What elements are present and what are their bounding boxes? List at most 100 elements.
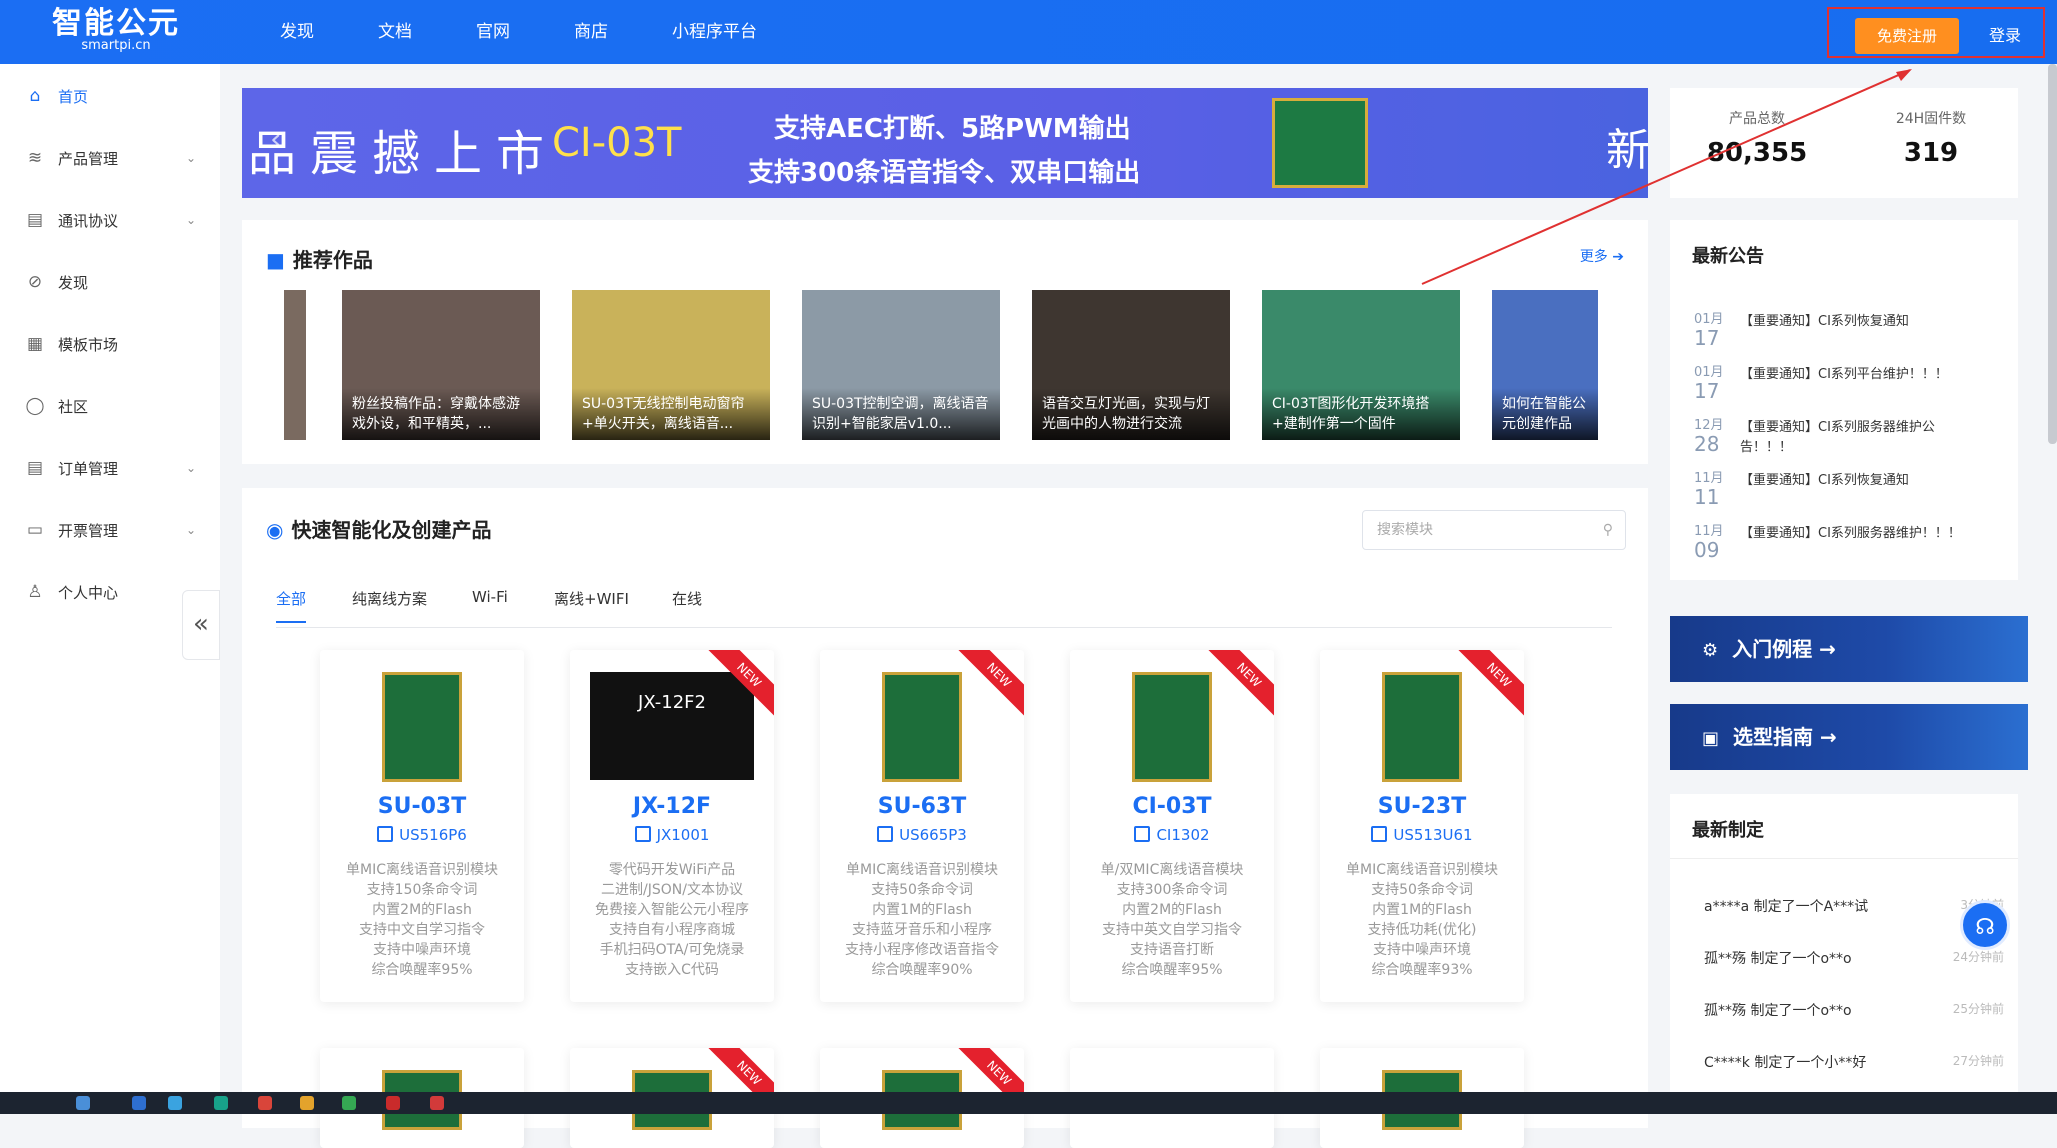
recommended-card[interactable]: SU-03T无线控制电动窗帘+单火开关，离线语音... (572, 290, 770, 440)
latest-item[interactable]: 孤**殇 制定了一个o**o 24分钟前 (1704, 948, 2004, 968)
chevron-down-icon: ⌄ (185, 461, 196, 475)
section-title: ■ 推荐作品 (266, 248, 373, 272)
tab-all[interactable]: 全部 (276, 588, 307, 623)
latest-item[interactable]: 孤**殇 制定了一个o**o 25分钟前 (1704, 1000, 2004, 1020)
sidebar-item-label: 社区 (58, 397, 89, 416)
product-name: SU-03T (377, 794, 467, 819)
sidebar-item-invoices[interactable]: ▭ 开票管理 ⌄ (0, 510, 220, 550)
sidebar-item-home[interactable]: ⌂ 首页 (0, 76, 220, 116)
os-taskbar (0, 1092, 2057, 1114)
app-icon[interactable] (132, 1096, 146, 1110)
more-link[interactable]: 更多 ➔ (1580, 246, 1624, 266)
section-title: 最新公告 (1692, 246, 1764, 267)
page-scrollbar[interactable] (2048, 64, 2057, 444)
tab-wifi[interactable]: Wi-Fi (472, 588, 508, 606)
recommended-card[interactable]: 如何在智能公元创建作品—— (1492, 290, 1598, 440)
app-icon[interactable] (214, 1096, 228, 1110)
tutorial-button[interactable]: ⚙ 入门例程 → (1670, 616, 2028, 682)
sidebar-collapse-button[interactable]: « (182, 590, 220, 660)
nav-official-site[interactable]: 官网 (476, 0, 510, 64)
sidebar-item-label: 个人中心 (58, 583, 119, 602)
product-tabs: 全部 纯离线方案 Wi-Fi 离线+WIFI 在线 (276, 578, 1612, 628)
recommended-card[interactable]: SU-03T控制空调，离线语音识别+智能家居v1.0... (802, 290, 1000, 440)
stats-panel: 产品总数 80,355 24H固件数 319 (1670, 88, 2018, 198)
promo-banner[interactable]: 品震撼上市 ‹ CI-03T 支持AEC打断、5路PWM输出 支持300条语音指… (242, 88, 1648, 198)
module-image (882, 672, 962, 782)
recommended-section: ■ 推荐作品 更多 ➔ 粉丝投稿作品：穿戴体感游戏外设，和平精英，... SU-0… (242, 220, 1648, 464)
product-desc: 单MIC离线语音识别模块 支持50条命令词 内置1M的Flash 支持蓝牙音乐和小程序… (845, 862, 999, 978)
module-image: JX-12F2 (590, 672, 754, 780)
module-image (1382, 672, 1462, 782)
app-icon[interactable] (258, 1096, 272, 1110)
chip-icon (1134, 826, 1151, 842)
product-card[interactable]: NEW SU-23T US513U61 单MIC离线语音识别模块 支持50条命令词… (1320, 650, 1524, 1002)
products-section: ◉ 快速智能化及创建产品 搜索模块 ⚲ 全部 纯离线方案 Wi-Fi 离线+WIF… (242, 488, 1648, 1148)
selection-guide-button[interactable]: ▣ 选型指南 → (1670, 704, 2028, 770)
app-icon[interactable] (76, 1096, 90, 1110)
latest-item[interactable]: a****a 制定了一个A***试3分钟前 (1704, 896, 2004, 916)
recommended-carousel: 粉丝投稿作品：穿戴体感游戏外设，和平精英，... SU-03T无线控制电动窗帘+… (284, 290, 1624, 440)
card-caption: 粉丝投稿作品：穿戴体感游戏外设，和平精英，... (342, 388, 540, 440)
app-icon[interactable] (386, 1096, 400, 1110)
arrow-right-circle-icon: ➔ (1612, 249, 1624, 265)
stat-total-products: 产品总数 80,355 (1670, 108, 1844, 168)
latest-item[interactable]: C****k 制定了一个小**好 27分钟前 (1704, 1052, 2004, 1072)
module-image (382, 672, 462, 782)
product-card[interactable]: NEW SU-63T US665P3 单MIC离线语音识别模块 支持50条命令词内… (820, 650, 1024, 1002)
headset-icon[interactable]: ☊ (1960, 900, 2010, 950)
tab-offline[interactable]: 纯离线方案 (352, 588, 427, 609)
app-icon[interactable] (300, 1096, 314, 1110)
protocol-icon: ▤ (26, 210, 44, 230)
product-name: CI-03T (1132, 794, 1212, 819)
banner-left-text: 品震撼上市 (248, 126, 559, 182)
sidebar-item-protocol[interactable]: ▤ 通讯协议 ⌄ (0, 200, 220, 240)
nav-docs[interactable]: 文档 (378, 0, 412, 64)
section-title: ◉ 快速智能化及创建产品 (266, 518, 492, 542)
chat-icon: ◯ (25, 396, 45, 416)
chip-icon (1371, 826, 1388, 842)
recommended-card[interactable]: CI-03T图形化开发环境搭+建制作第一个固件 (1262, 290, 1460, 440)
chevron-down-icon: ⌄ (185, 523, 196, 537)
sidebar-item-discover[interactable]: ⊘ 发现 (0, 262, 220, 302)
card-caption: CI-03T图形化开发环境搭+建制作第一个固件 (1262, 388, 1460, 440)
sidebar-item-orders[interactable]: ▤ 订单管理 ⌄ (0, 448, 220, 488)
app-icon[interactable] (342, 1096, 356, 1110)
order-icon: ▤ (26, 458, 44, 478)
sidebar-item-label: 通讯协议 (58, 211, 119, 230)
card-caption: SU-03T无线控制电动窗帘+单火开关，离线语音... (572, 388, 770, 440)
top-navbar: 智能公元 smartpi.cn 发现 文档 官网 商店 小程序平台 免费注册 登… (0, 0, 2057, 64)
banner-module-image (1272, 98, 1368, 188)
stat-label: 产品总数 (1729, 111, 1785, 127)
logo[interactable]: 智能公元 smartpi.cn (52, 6, 180, 53)
nav-discover[interactable]: 发现 (280, 0, 314, 64)
template-icon: ▦ (26, 334, 44, 354)
product-card[interactable]: JX-12F2 NEW JX-12F JX1001 零代码开发WiFi产品 二进制… (570, 650, 774, 1002)
new-badge: NEW (1452, 650, 1524, 722)
register-button[interactable]: 免费注册 (1855, 18, 1959, 54)
recommended-card[interactable]: 语音交互灯光画，实现与灯光画中的人物进行交流 (1032, 290, 1230, 440)
recommended-card[interactable]: 粉丝投稿作品：穿戴体感游戏外设，和平精英，... (342, 290, 540, 440)
search-input[interactable]: 搜索模块 ⚲ (1362, 510, 1626, 550)
sidebar-item-templates[interactable]: ▦ 模板市场 (0, 324, 220, 364)
product-name: SU-23T (1377, 794, 1467, 819)
chevron-left-icon[interactable]: ‹ (270, 122, 282, 157)
tab-online[interactable]: 在线 (672, 588, 702, 609)
invoice-icon: ▭ (26, 520, 44, 540)
card-partial[interactable] (284, 290, 306, 440)
cube-icon: ◉ (266, 518, 284, 542)
auth-highlight-box: 免费注册 登录 (1827, 7, 2045, 58)
tab-offline-wifi[interactable]: 离线+WIFI (554, 588, 629, 609)
chip-icon (877, 826, 894, 842)
product-card[interactable]: SU-03T US516P6 单MIC离线语音识别模块 支持150条命令词 内置2M… (320, 650, 524, 1002)
sidebar-item-label: 产品管理 (58, 149, 119, 168)
sidebar-item-community[interactable]: ◯ 社区 (0, 386, 220, 426)
app-icon[interactable] (430, 1096, 444, 1110)
nav-store[interactable]: 商店 (574, 0, 608, 64)
nav-miniprogram[interactable]: 小程序平台 (672, 0, 757, 64)
app-icon[interactable] (168, 1096, 182, 1110)
product-chip: US516P6 (320, 826, 524, 844)
sidebar-item-products[interactable]: ≋ 产品管理 ⌄ (0, 138, 220, 178)
product-card[interactable]: NEW CI-03T CI1302 单/双MIC离线语音模块 支持300条命令词内… (1070, 650, 1274, 1002)
login-button[interactable]: 登录 (1977, 18, 2033, 54)
home-icon: ⌂ (29, 86, 41, 106)
